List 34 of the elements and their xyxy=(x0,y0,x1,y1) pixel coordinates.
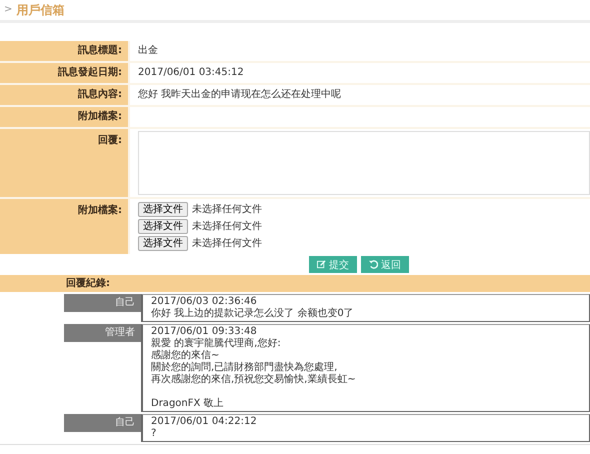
field-label: 附加檔案: xyxy=(78,205,122,217)
field-value: 出金 xyxy=(130,41,590,61)
breadcrumb-marker: > xyxy=(4,4,12,16)
undo-icon xyxy=(369,260,378,269)
message-line: 感謝您的來信~ xyxy=(151,350,220,362)
message-time: 2017/06/03 02:36:46 xyxy=(151,296,258,308)
message-line: 親愛 的寰宇龍騰代理商,您好: xyxy=(151,338,282,350)
message-line: 關於您的詢問,已請財務部門盡快為您處理, xyxy=(151,362,338,374)
field-label: 訊息內容: xyxy=(78,89,122,101)
message-time: 2017/06/01 09:33:48 xyxy=(151,326,258,338)
choose-file-button[interactable]: 选择文件 xyxy=(138,236,188,251)
edit-icon xyxy=(317,260,326,269)
choose-file-button[interactable]: 选择文件 xyxy=(138,202,188,217)
message-signature: DragonFX 敬上 xyxy=(151,398,225,410)
file-status: 未选择任何文件 xyxy=(192,204,262,216)
message-time: 2017/06/01 04:22:12 xyxy=(151,416,258,428)
field-label: 附加檔案: xyxy=(78,111,122,123)
field-value: 2017/06/01 03:45:12 xyxy=(130,63,590,83)
sender-label: 自己 xyxy=(64,414,141,432)
field-label: 回覆: xyxy=(98,135,122,147)
field-label: 訊息發起日期: xyxy=(58,67,122,79)
message-line: 再次感謝您的來信,預祝您交易愉快,業績長虹~ xyxy=(151,374,357,386)
field-label: 訊息標題: xyxy=(78,45,122,57)
file-status: 未选择任何文件 xyxy=(192,220,262,232)
sender-label: 管理者 xyxy=(64,324,141,342)
field-value: 您好 我昨天出金的申请现在怎么还在处理中呢 xyxy=(130,85,590,105)
reply-field[interactable] xyxy=(138,131,590,195)
page-title: 用戶信箱 xyxy=(16,4,64,16)
file-status: 未选择任何文件 xyxy=(192,238,262,250)
message-line: ? xyxy=(151,428,158,440)
message-line: 你好 我上边的提款记录怎么没了 余额也变0了 xyxy=(151,308,355,320)
sender-label: 自己 xyxy=(64,294,141,312)
choose-file-button[interactable]: 选择文件 xyxy=(138,219,188,234)
history-heading: 回覆紀錄: xyxy=(66,278,110,290)
